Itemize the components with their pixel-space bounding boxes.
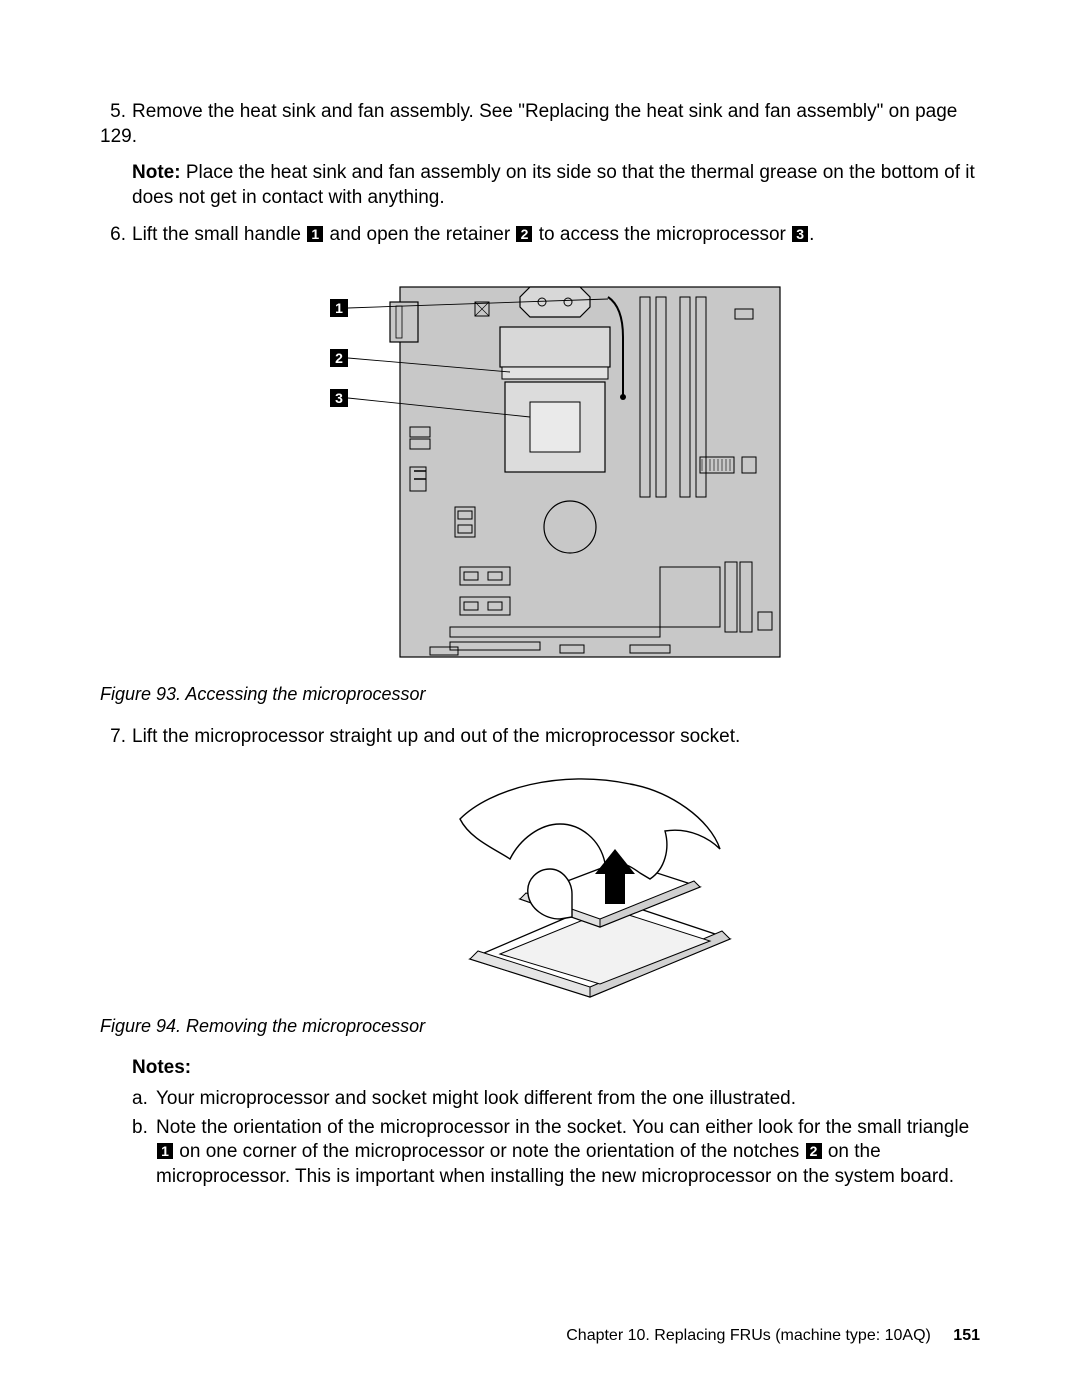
- step-marker: 7.: [100, 725, 126, 750]
- note-text: Your microprocessor and socket might loo…: [156, 1087, 980, 1112]
- callout-2: 2: [516, 226, 532, 242]
- hand-lifting-cpu-diagram: [410, 769, 750, 999]
- note-b: b. Note the orientation of the microproc…: [132, 1116, 980, 1190]
- footer-chapter: Chapter 10. Replacing FRUs (machine type…: [566, 1327, 931, 1344]
- step-5: 5.Remove the heat sink and fan assembly.…: [100, 100, 980, 211]
- note-marker: b.: [132, 1116, 156, 1190]
- motherboard-diagram: 1 2 3: [330, 267, 790, 667]
- step-list: 5.Remove the heat sink and fan assembly.…: [100, 100, 980, 247]
- notes-list: a. Your microprocessor and socket might …: [132, 1087, 980, 1190]
- figure-94-caption: Figure 94. Removing the microprocessor: [100, 1015, 980, 1038]
- callout-1: 1: [157, 1143, 173, 1159]
- svg-text:3: 3: [335, 390, 343, 406]
- note-marker: a.: [132, 1087, 156, 1112]
- step-text: Lift the small handle 1 and open the ret…: [132, 224, 814, 245]
- note-text: Place the heat sink and fan assembly on …: [132, 162, 975, 208]
- note-a: a. Your microprocessor and socket might …: [132, 1087, 980, 1112]
- note-label: Note:: [132, 162, 181, 183]
- callout-2: 2: [806, 1143, 822, 1159]
- step-text: Remove the heat sink and fan assembly. S…: [100, 101, 957, 147]
- page-footer: Chapter 10. Replacing FRUs (machine type…: [566, 1326, 980, 1347]
- note-text: Note the orientation of the microprocess…: [156, 1116, 980, 1190]
- figure-93-caption: Figure 93. Accessing the microprocessor: [100, 683, 980, 706]
- step-5-note: Note: Place the heat sink and fan assemb…: [132, 161, 980, 210]
- svg-text:2: 2: [335, 350, 343, 366]
- step-6: 6. Lift the small handle 1 and open the r…: [100, 223, 980, 248]
- step-list-continued: 7. Lift the microprocessor straight up an…: [100, 725, 980, 750]
- callout-3: 3: [792, 226, 808, 242]
- step-7: 7. Lift the microprocessor straight up an…: [100, 725, 980, 750]
- step-marker: 6.: [100, 223, 126, 248]
- document-page: 5.Remove the heat sink and fan assembly.…: [0, 0, 1080, 1397]
- figure-94: [160, 769, 980, 1007]
- notes-heading: Notes:: [132, 1056, 980, 1081]
- figure-93: 1 2 3: [160, 267, 980, 675]
- svg-text:1: 1: [335, 300, 343, 316]
- callout-1: 1: [307, 226, 323, 242]
- step-marker: 5.: [100, 100, 126, 125]
- footer-page-number: 151: [953, 1327, 980, 1344]
- step-text: Lift the microprocessor straight up and …: [132, 726, 740, 747]
